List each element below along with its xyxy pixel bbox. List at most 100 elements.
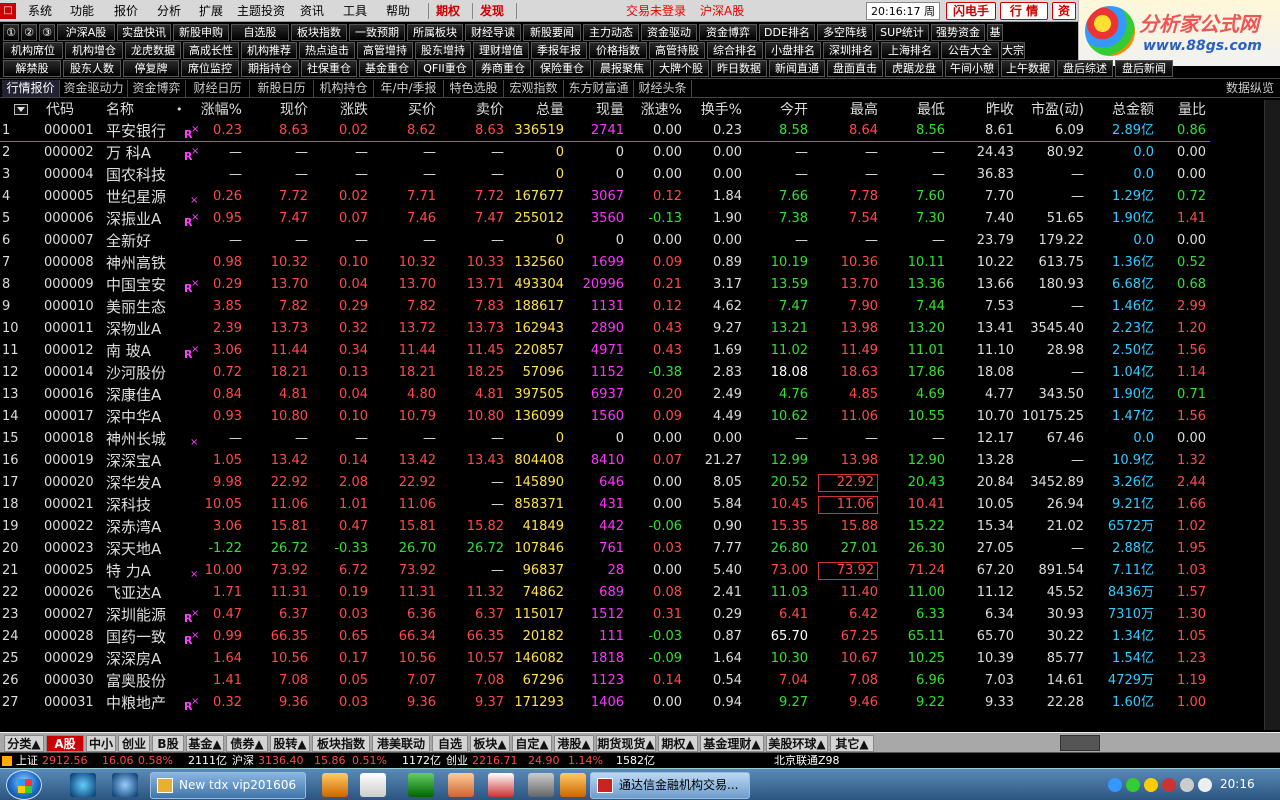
quick-button[interactable]: ③ [39,24,55,41]
network-icon[interactable] [1180,778,1194,792]
quick-button[interactable]: QFII重仓 [417,60,473,77]
quick-button[interactable]: 主力动态 [583,24,639,41]
quick-button[interactable]: 所属板块 [407,24,463,41]
menu-discover[interactable]: 发现 [480,0,504,22]
quick-button[interactable]: 大宗 [1001,42,1025,59]
quick-button[interactable]: 机构推荐 [241,42,297,59]
quick-button[interactable]: 期指持仓 [241,60,299,77]
category-tab[interactable]: 板块▲ [470,735,510,752]
table-row[interactable]: 17 000020 深华发A 9.98 22.92 2.08 22.92 — 145890 646… [0,472,1210,494]
quick-button[interactable]: 券商重仓 [475,60,531,77]
col-pe[interactable]: 市盈(动) [1018,100,1084,120]
category-tab[interactable]: A股 [46,735,84,752]
quick-button[interactable]: 强势资金 [931,24,985,41]
col-high[interactable]: 最高 [838,100,878,120]
col-low[interactable]: 最低 [905,100,945,120]
col-turnover[interactable]: 换手% [686,100,742,120]
table-row[interactable]: 19 000022 深赤湾A 3.06 15.81 0.47 15.81 15.82 41849… [0,516,1210,538]
quick-button[interactable]: DDE排名 [759,24,815,41]
app-icon-3[interactable] [408,773,434,797]
category-tab[interactable]: 基金理财▲ [700,735,764,752]
tab-fund-game[interactable]: 资金博弈 [128,80,186,97]
table-row[interactable]: 12 000014 沙河股份 0.72 18.21 0.13 18.21 18.25 57096… [0,362,1210,384]
category-tab[interactable]: 债券▲ [226,735,268,752]
info-button[interactable]: 资 [1052,2,1076,20]
tab-special-pick[interactable]: 特色选股 [444,80,504,97]
quick-button[interactable]: 高成长性 [183,42,239,59]
quick-button[interactable]: 基 [987,24,1003,41]
quick-button[interactable]: 新闻直通 [769,60,825,77]
quick-button[interactable]: 社保重仓 [301,60,357,77]
tab-eastmoney[interactable]: 东方财富通 [564,80,634,97]
taskbar-window-trading[interactable]: 通达信金融机构交易... [590,772,750,799]
app-logo-icon[interactable]: □ [0,3,16,19]
quick-button[interactable]: ① [3,24,19,41]
table-row[interactable]: 5 000006 深振业A R × 0.95 7.47 0.07 7.46 7.47 255012 3… [0,208,1210,230]
table-row[interactable]: 13 000016 深康佳A 0.84 4.81 0.04 4.80 4.81 397505 69… [0,384,1210,406]
quick-button[interactable]: 实盘快讯 [117,24,171,41]
quick-button[interactable]: 昨日数据 [711,60,767,77]
table-row[interactable]: 9 000010 美丽生态 3.85 7.82 0.29 7.82 7.83 188617 113… [0,296,1210,318]
table-row[interactable]: 6 000007 全新好 — — — — — 0 0 0.00 0.00 — — — 23.79 179.22 0… [0,230,1210,252]
ie-icon[interactable] [70,773,96,797]
quick-button[interactable]: 机构席位 [3,42,63,59]
quick-button[interactable]: 上午数据 [1001,60,1055,77]
quick-button[interactable]: 盘后综述 [1057,60,1113,77]
table-row[interactable]: 22 000026 飞亚达A 1.71 11.31 0.19 11.31 11.32 74862… [0,582,1210,604]
tab-ipo-calendar[interactable]: 新股日历 [250,80,314,97]
quick-button[interactable]: 理财增值 [473,42,529,59]
tab-headlines[interactable]: 财经头条 [634,80,692,97]
quick-button[interactable]: 自选股 [231,24,289,41]
quick-button[interactable]: 板块指数 [291,24,347,41]
quick-button[interactable]: 沪深A股 [57,24,115,41]
quick-button[interactable]: 盘后新闻 [1115,60,1173,77]
table-row[interactable]: 25 000029 深深房A 1.64 10.56 0.17 10.56 10.57 14608… [0,648,1210,670]
menu-theme-invest[interactable]: 主题投资 [237,0,285,22]
menu-quote[interactable]: 报价 [114,0,138,22]
tray-clock[interactable]: 20:16 [1220,777,1255,791]
quick-button[interactable]: 热点追击 [299,42,355,59]
table-row[interactable]: 15 000018 神州长城 × — — — — —0 0 0.00 0.00— — —12.17 67.4… [0,428,1210,450]
media-player-icon[interactable] [322,773,348,797]
category-tab[interactable]: 自定▲ [512,735,552,752]
app-icon-4[interactable] [448,773,474,797]
quick-button[interactable]: 席位监控 [181,60,239,77]
table-row[interactable]: 11 000012 南 玻A R × 3.06 11.44 0.34 11.44 11.45 220… [0,340,1210,362]
quick-button[interactable]: 财经导读 [465,24,521,41]
start-button[interactable] [6,770,42,800]
category-tab[interactable]: 基金▲ [186,735,224,752]
col-amount[interactable]: 总金额 [1100,100,1154,120]
menu-info[interactable]: 资讯 [300,0,324,22]
category-tab[interactable]: 期权▲ [658,735,698,752]
category-tab[interactable]: 其它▲ [830,735,874,752]
col-bid[interactable]: 买价 [386,100,436,120]
col-prev-close[interactable]: 昨收 [972,100,1014,120]
table-row[interactable]: 23 000027 深圳能源 R × 0.47 6.37 0.03 6.36 6.37 115017… [0,604,1210,626]
quick-button[interactable]: 高管持股 [649,42,705,59]
quick-button[interactable]: 基金重仓 [359,60,415,77]
quick-button[interactable]: 新股要闻 [523,24,581,41]
volume-icon[interactable] [1198,778,1212,792]
quick-button[interactable]: 综合排名 [707,42,763,59]
tab-reports[interactable]: 年/中/季报 [374,80,444,97]
quick-button[interactable]: 股东增持 [415,42,471,59]
app-icon-6[interactable] [528,773,554,797]
table-row[interactable]: 26 000030 富奥股份 1.41 7.08 0.05 7.07 7.08 67296 112… [0,670,1210,692]
quick-button[interactable]: 多空阵线 [817,24,873,41]
quick-button[interactable]: 股东人数 [63,60,121,77]
quick-button[interactable]: 小盘排名 [765,42,821,59]
tab-quote[interactable]: 行情报价 [2,80,60,97]
quick-button[interactable]: 季报年报 [531,42,587,59]
col-code[interactable]: 代码 [46,100,74,120]
table-row[interactable]: 8 000009 中国宝安 R × 0.29 13.70 0.04 13.70 13.71 4933… [0,274,1210,296]
quick-button[interactable]: 新股申购 [173,24,229,41]
tray-icon-1[interactable] [1108,778,1122,792]
quick-button[interactable]: 龙虎数据 [125,42,181,59]
menu-extend[interactable]: 扩展 [199,0,223,22]
quick-button[interactable]: 资金博弈 [699,24,757,41]
tab-macro-index[interactable]: 宏观指数 [504,80,564,97]
table-row[interactable]: 16 000019 深深宝A 1.05 13.42 0.14 13.42 13.43 80440… [0,450,1210,472]
table-row[interactable]: 18 000021 深科技 10.05 11.06 1.01 11.06 — 858371 431… [0,494,1210,516]
col-flag[interactable]: • [176,100,183,120]
col-ask[interactable]: 卖价 [454,100,504,120]
